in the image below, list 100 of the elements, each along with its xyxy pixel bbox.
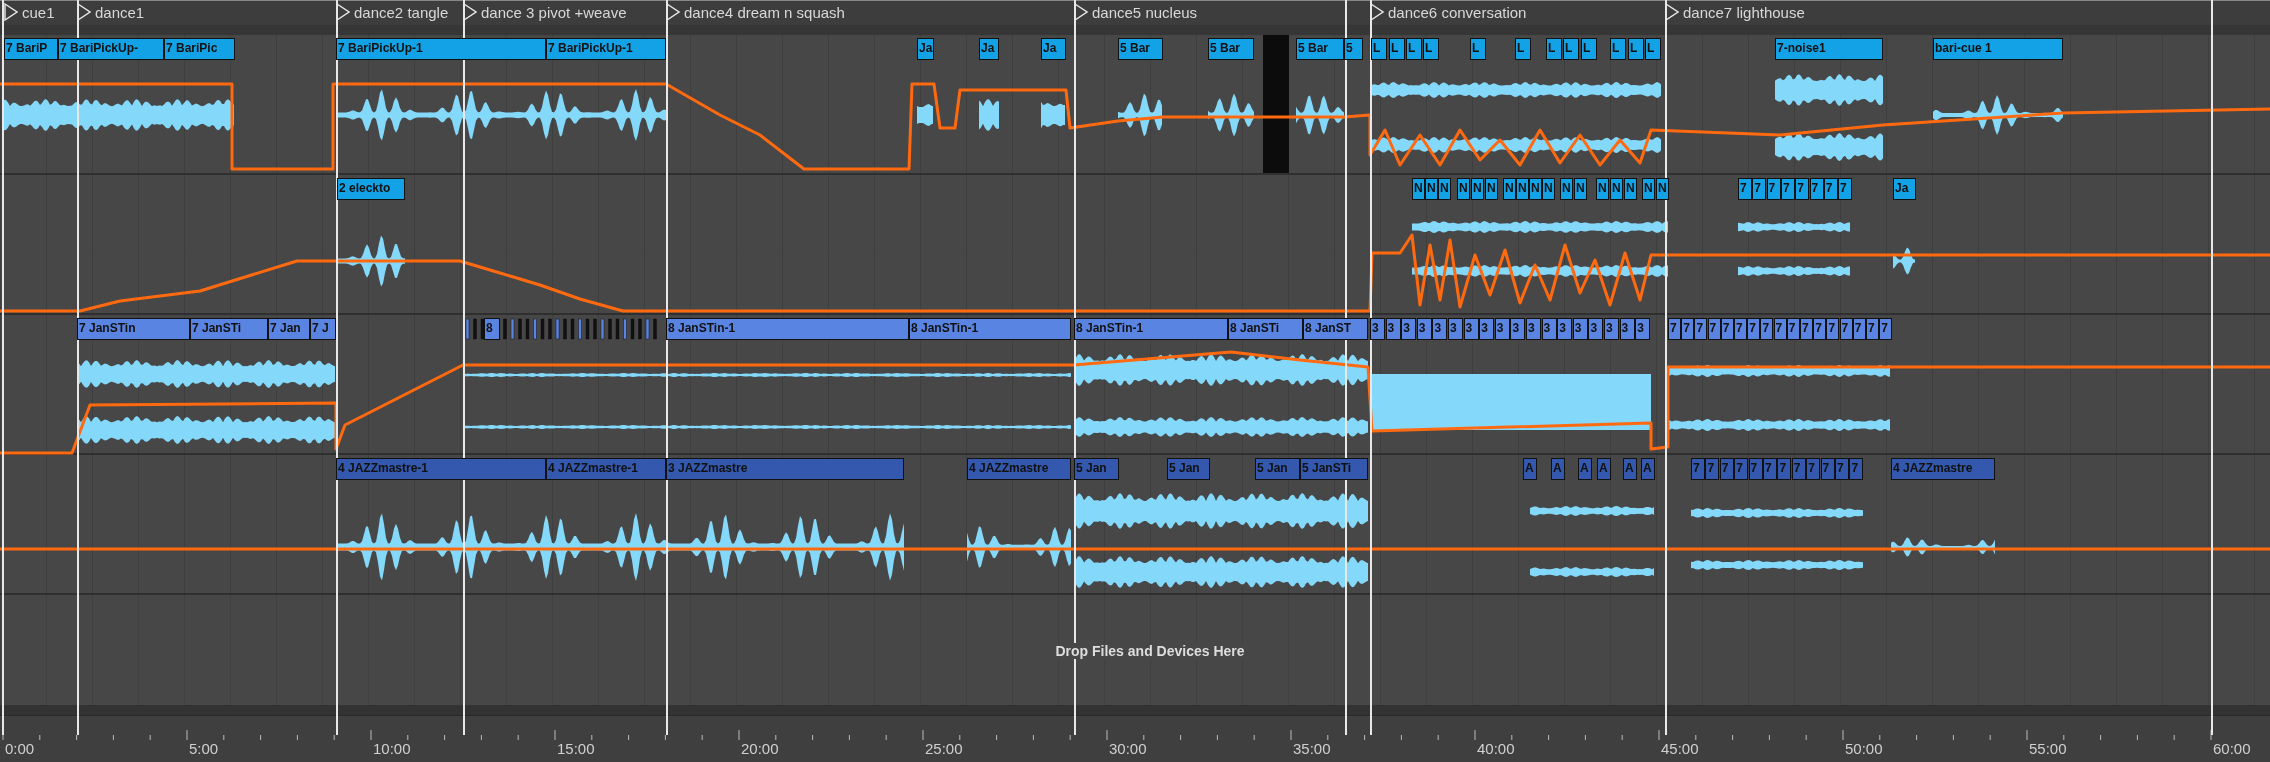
audio-clip[interactable]: 7	[1668, 318, 1681, 340]
audio-clip[interactable]: 4 JAZZmastre-1	[546, 458, 666, 480]
audio-clip[interactable]: N	[1457, 178, 1470, 200]
audio-clip[interactable]: N	[1560, 178, 1573, 200]
audio-clip[interactable]: A	[1578, 458, 1592, 480]
audio-clip[interactable]: 3	[1463, 318, 1479, 340]
audio-clip[interactable]: L	[1423, 38, 1439, 60]
marker-label[interactable]: dance7 lighthouse	[1683, 3, 1805, 21]
audio-clip[interactable]: N	[1425, 178, 1438, 200]
audio-clip[interactable]: 3	[1479, 318, 1495, 340]
audio-clip[interactable]: 3	[1432, 318, 1448, 340]
audio-clip[interactable]: 5 Jan	[1255, 458, 1300, 480]
audio-clip[interactable]: 3	[1370, 318, 1385, 340]
automation-line[interactable]	[0, 350, 2270, 455]
audio-clip[interactable]: 7 BariPickUp-1	[546, 38, 666, 60]
audio-clip[interactable]: N	[1624, 178, 1637, 200]
marker-label[interactable]: cue1	[22, 3, 55, 21]
audio-clip[interactable]: 7	[1734, 458, 1749, 480]
audio-clip[interactable]: L	[1628, 38, 1644, 60]
audio-clip[interactable]: 7	[1694, 318, 1708, 340]
audio-clip[interactable]: 7	[1766, 178, 1781, 200]
audio-clip[interactable]: 7 JanSTin	[77, 318, 190, 340]
audio-clip[interactable]: 3	[1448, 318, 1463, 340]
audio-clip[interactable]: N	[1471, 178, 1484, 200]
audio-clip[interactable]: A	[1597, 458, 1611, 480]
audio-clip[interactable]: 7	[1806, 458, 1821, 480]
audio-clip[interactable]: 5 Jan	[1074, 458, 1119, 480]
audio-clip[interactable]: 7 BariPickUp-	[58, 38, 164, 60]
audio-clip[interactable]: 5 JanSTi	[1300, 458, 1368, 480]
audio-clip[interactable]: 5 Bar	[1118, 38, 1163, 60]
audio-clip[interactable]: A	[1623, 458, 1637, 480]
audio-clip[interactable]: N	[1516, 178, 1529, 200]
audio-clip[interactable]: 7	[1760, 318, 1774, 340]
audio-clip[interactable]: Ja	[917, 38, 934, 60]
audio-clip[interactable]: N	[1412, 178, 1425, 200]
audio-clip[interactable]: 7 Jan	[268, 318, 310, 340]
audio-clip[interactable]: Ja	[1041, 38, 1066, 60]
audio-clip[interactable]: 7	[1800, 318, 1813, 340]
audio-clip[interactable]: N	[1642, 178, 1655, 200]
audio-clip[interactable]: N	[1438, 178, 1451, 200]
audio-clip[interactable]: N	[1542, 178, 1555, 200]
audio-clip[interactable]: 7	[1879, 318, 1893, 340]
audio-clip[interactable]: 3 JAZZmastre	[666, 458, 904, 480]
automation-line[interactable]	[0, 233, 2270, 313]
audio-clip[interactable]: 7	[1809, 178, 1824, 200]
audio-clip[interactable]: Ja	[1893, 178, 1916, 200]
audio-clip[interactable]: 8 JanSTin-1	[909, 318, 1071, 340]
audio-clip[interactable]: 7	[1838, 178, 1853, 200]
audio-clip[interactable]: A	[1523, 458, 1537, 480]
audio-clip[interactable]: 7	[1707, 318, 1721, 340]
audio-clip[interactable]: 7 J	[310, 318, 336, 340]
audio-clip[interactable]: 7 JanSTi	[190, 318, 268, 340]
audio-clip[interactable]: 7	[1795, 178, 1810, 200]
audio-clip[interactable]: 3	[1557, 318, 1573, 340]
audio-clip[interactable]: 7	[1691, 458, 1705, 480]
audio-clip[interactable]: 8 JanSTin-1	[1074, 318, 1228, 340]
audio-clip[interactable]: 5	[1344, 38, 1363, 60]
audio-clip[interactable]: 3	[1416, 318, 1432, 340]
audio-clip[interactable]: 3	[1494, 318, 1510, 340]
audio-clip[interactable]: 4 JAZZmastre-1	[336, 458, 546, 480]
audio-clip[interactable]: 7	[1747, 318, 1761, 340]
audio-clip[interactable]: 7	[1866, 318, 1879, 340]
audio-clip[interactable]: 7	[1738, 178, 1752, 200]
audio-clip[interactable]: L	[1389, 38, 1405, 60]
audio-clip[interactable]: L	[1581, 38, 1597, 60]
audio-clip[interactable]: 3	[1588, 318, 1604, 340]
audio-clip[interactable]: 7 BariPic	[164, 38, 235, 60]
audio-clip[interactable]: N	[1574, 178, 1587, 200]
audio-clip[interactable]: 3	[1604, 318, 1619, 340]
marker-label[interactable]: dance2 tangle	[354, 3, 449, 21]
audio-clip[interactable]: 8 JanSTi	[1228, 318, 1303, 340]
audio-clip[interactable]: 8	[484, 318, 500, 340]
audio-clip[interactable]: 7 BariPickUp-1	[336, 38, 546, 60]
audio-clip[interactable]: N	[1610, 178, 1623, 200]
automation-line[interactable]	[0, 82, 2270, 171]
audio-clip[interactable]: 3	[1510, 318, 1526, 340]
audio-clip[interactable]: 7	[1820, 458, 1835, 480]
marker-label[interactable]: dance4 dream n squash	[684, 3, 845, 21]
audio-clip[interactable]: 5 Jan	[1167, 458, 1210, 480]
audio-clip[interactable]: L	[1371, 38, 1387, 60]
marker-label[interactable]: dance5 nucleus	[1092, 3, 1198, 21]
audio-clip[interactable]: 7	[1777, 458, 1792, 480]
audio-clip[interactable]: L	[1563, 38, 1579, 60]
audio-clip[interactable]: 4 JAZZmastre	[1891, 458, 1995, 480]
audio-clip[interactable]: 7	[1826, 318, 1840, 340]
audio-clip[interactable]: 8 JanST	[1303, 318, 1368, 340]
audio-clip[interactable]: A	[1641, 458, 1655, 480]
audio-clip[interactable]: 7	[1752, 178, 1767, 200]
audio-clip[interactable]: 7-noise1	[1775, 38, 1883, 60]
audio-clip[interactable]: 3	[1385, 318, 1401, 340]
audio-clip[interactable]: 3	[1541, 318, 1557, 340]
audio-clip[interactable]: L	[1645, 38, 1661, 60]
audio-clip[interactable]: 5 Bar	[1208, 38, 1254, 60]
audio-clip[interactable]: 5 Bar	[1296, 38, 1344, 60]
audio-clip[interactable]: L	[1515, 38, 1531, 60]
audio-clip[interactable]: 3	[1526, 318, 1541, 340]
audio-clip[interactable]: L	[1470, 38, 1486, 60]
audio-clip[interactable]: 2 eleckto	[337, 178, 405, 200]
audio-clip[interactable]: L	[1610, 38, 1626, 60]
audio-clip[interactable]: L	[1406, 38, 1422, 60]
